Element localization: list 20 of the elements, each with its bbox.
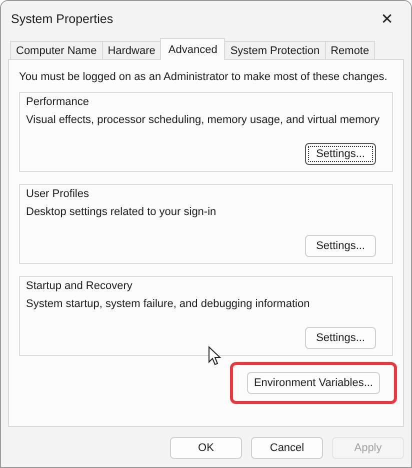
mouse-pointer-icon: [208, 346, 222, 366]
group-title: User Profiles: [26, 188, 89, 200]
settings-button[interactable]: Settings...: [305, 143, 376, 165]
window-title: System Properties: [11, 12, 114, 26]
group-title: Startup and Recovery: [26, 280, 132, 292]
group-description: Desktop settings related to your sign-in: [26, 206, 216, 218]
dialog-button[interactable]: Cancel: [251, 437, 323, 459]
settings-button[interactable]: Settings...: [305, 327, 376, 349]
dialog-button[interactable]: OK: [170, 437, 242, 459]
notice-text: You must be logged on as an Administrator to make most of these changes.: [19, 71, 388, 83]
close-button[interactable]: ✕: [367, 4, 407, 34]
group-description: System startup, system failure, and debugging information: [26, 298, 310, 310]
environment-variables-button[interactable]: Environment Variables...: [246, 372, 380, 394]
tab[interactable]: Remote: [324, 41, 376, 59]
group-description: Visual effects, processor scheduling, memory usage, and virtual memory: [26, 114, 380, 126]
settings-button[interactable]: Settings...: [305, 235, 376, 257]
tab[interactable]: Computer Name: [10, 41, 103, 59]
group-title: Performance: [26, 96, 89, 108]
tab[interactable]: Advanced: [160, 38, 226, 60]
tab[interactable]: System Protection: [224, 41, 326, 59]
